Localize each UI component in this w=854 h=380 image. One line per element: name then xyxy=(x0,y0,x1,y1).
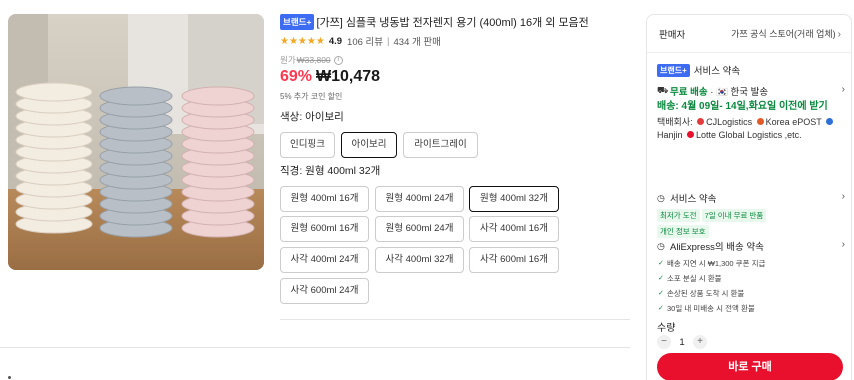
carrier-name: Korea ePOST xyxy=(765,117,822,127)
spec-chip[interactable]: 사각 400ml 24개 xyxy=(280,247,369,273)
carrier-label: 택배회사: xyxy=(657,117,693,127)
carrier-name: Lotte Global Logistics ,etc. xyxy=(696,129,802,140)
lotte-logo-icon xyxy=(687,130,695,138)
quantity-stepper: − 1 + xyxy=(657,335,707,349)
epost-logo-icon xyxy=(756,118,764,125)
sale-price: ₩10,478 xyxy=(316,68,381,85)
clock-icon: ◷ xyxy=(657,240,665,251)
seller-row[interactable]: 판매자 가쯔 공식 스토어(거래 업체) › xyxy=(659,27,841,41)
color-chip-indipink[interactable]: 인디핑크 xyxy=(280,132,335,158)
spec-option-label: 직경: 원형 400ml 32개 xyxy=(280,165,381,177)
promise-title: 서비스 약속 xyxy=(693,66,741,77)
chevron-right-icon[interactable]: › xyxy=(842,239,845,250)
original-price-row: 원가 ₩33,800 i xyxy=(280,55,630,65)
quantity-label: 수량 xyxy=(657,323,676,334)
spec-chip[interactable]: 사각 600ml 24개 xyxy=(280,278,369,304)
buy-now-button[interactable]: 바로 구매 xyxy=(657,353,843,380)
truck-icon: ⛟ xyxy=(657,85,669,95)
service-tag: 개인 정보 보호 xyxy=(657,225,709,238)
carrier-name: CJLogistics xyxy=(706,117,753,127)
sold-count: 434 개 판매 xyxy=(393,37,441,48)
chevron-right-icon[interactable]: › xyxy=(842,191,845,202)
service-tag: 최저가 도전 xyxy=(657,209,700,222)
brand-plus-badge: 브랜드+ xyxy=(280,14,315,30)
seller-label: 판매자 xyxy=(659,30,686,41)
product-info: 브랜드+ [가쯔] 심플쿡 냉동밥 전자렌지 용기 (400ml) 16개 외 모… xyxy=(280,14,630,101)
decrease-quantity-button[interactable]: − xyxy=(657,335,671,349)
purchase-panel: 판매자 가쯔 공식 스토어(거래 업체) › 브랜드+ 서비스 약속 ⛟ 무료 배… xyxy=(646,14,852,380)
carrier-list: 택배회사: CJLogistics Korea ePOST Hanjin Lot… xyxy=(657,116,845,141)
hanjin-logo-icon xyxy=(826,118,834,125)
ali-title: AliExpress의 배송 약속 xyxy=(670,242,764,253)
cj-logo-icon xyxy=(697,118,705,125)
spec-chip-selected[interactable]: 원형 400ml 32개 xyxy=(469,186,559,212)
product-title-row: 브랜드+ [가쯔] 심플쿡 냉동밥 전자렌지 용기 (400ml) 16개 외 모… xyxy=(280,14,630,30)
rating-value: 4.9 xyxy=(328,35,343,47)
color-chip-ivory[interactable]: 아이보리 xyxy=(341,132,397,158)
discount-percent: 69% xyxy=(280,68,313,85)
price-row: 69% ₩10,478 xyxy=(280,68,630,88)
color-option-label: 색상: 아이보리 xyxy=(280,111,344,123)
service-promise-header: 브랜드+ 서비스 약속 xyxy=(657,63,740,77)
ali-promise-list: 배송 지연 시 ₩1,300 쿠폰 지급 소포 분실 시 환불 손상된 상품 도… xyxy=(657,256,845,316)
original-price-label: 원가 xyxy=(280,55,296,65)
service-title: 서비스 약속 xyxy=(670,194,717,205)
spec-chip[interactable]: 사각 400ml 16개 xyxy=(469,216,559,242)
free-shipping: 무료 배송 xyxy=(670,87,708,98)
original-price: ₩33,800 xyxy=(296,55,331,65)
delivery-estimate: 배송: 4월 09일- 14일,화요일 이전에 받기 xyxy=(657,101,828,112)
chevron-right-icon[interactable]: › xyxy=(842,84,845,95)
aliexpress-promise-section[interactable]: ◷ AliExpress의 배송 약속 › 배송 지연 시 ₩1,300 쿠폰 … xyxy=(657,239,845,316)
spec-chip[interactable]: 원형 600ml 16개 xyxy=(280,216,369,242)
carrier-name: Hanjin xyxy=(657,129,683,140)
chevron-right-icon: › xyxy=(837,29,841,40)
coin-discount-note: 5% 추가 코인 할인 xyxy=(280,92,343,101)
product-title: [가쯔] 심플쿡 냉동밥 전자렌지 용기 (400ml) 16개 외 모음전 xyxy=(316,17,589,29)
bullet-dot xyxy=(8,376,11,379)
service-tags: 최저가 도전 7일 이내 무료 반품 개인 정보 보호 xyxy=(657,209,845,241)
section-divider xyxy=(280,319,630,320)
product-image[interactable] xyxy=(8,14,264,270)
service-tag: 7일 이내 무료 반품 xyxy=(701,209,767,222)
ship-from: · 🇰🇷 한국 발송 xyxy=(710,87,769,98)
separator: | xyxy=(387,35,390,47)
shipping-section[interactable]: ⛟ 무료 배송 · 🇰🇷 한국 발송 › 배송: 4월 09일- 14일,화요일… xyxy=(657,84,845,141)
spec-chip[interactable]: 원형 400ml 24개 xyxy=(375,186,464,212)
review-count[interactable]: 106 리뷰 xyxy=(347,34,383,48)
quantity-value[interactable]: 1 xyxy=(671,337,693,348)
page-divider xyxy=(0,347,630,348)
service-promise-section[interactable]: ◷ 서비스 약속 › 최저가 도전 7일 이내 무료 반품 개인 정보 보호 xyxy=(657,191,845,241)
list-item: 배송 지연 시 ₩1,300 쿠폰 지급 xyxy=(657,256,845,271)
info-icon[interactable]: i xyxy=(333,55,343,65)
star-rating-icon: ★★★★★ xyxy=(280,35,325,47)
increase-quantity-button[interactable]: + xyxy=(693,335,707,349)
list-item: 소포 분실 시 환불 xyxy=(657,271,845,286)
clock-icon: ◷ xyxy=(657,192,665,203)
brand-plus-badge: 브랜드+ xyxy=(657,63,690,77)
spec-chip[interactable]: 사각 600ml 16개 xyxy=(469,247,559,273)
spec-chip[interactable]: 사각 400ml 32개 xyxy=(375,247,464,273)
list-item: 30일 내 미배송 시 전액 환불 xyxy=(657,301,845,316)
seller-name[interactable]: 가쯔 공식 스토어(거래 업체) xyxy=(731,29,836,39)
spec-chip[interactable]: 원형 600ml 24개 xyxy=(375,216,464,242)
spec-chip[interactable]: 원형 400ml 16개 xyxy=(280,186,369,212)
list-item: 손상된 상품 도착 시 환불 xyxy=(657,286,845,301)
rating-row: ★★★★★ 4.9 106 리뷰 | 434 개 판매 xyxy=(280,34,630,49)
panel-divider xyxy=(647,52,851,53)
color-chip-lightgray[interactable]: 라이트그레이 xyxy=(403,132,478,158)
